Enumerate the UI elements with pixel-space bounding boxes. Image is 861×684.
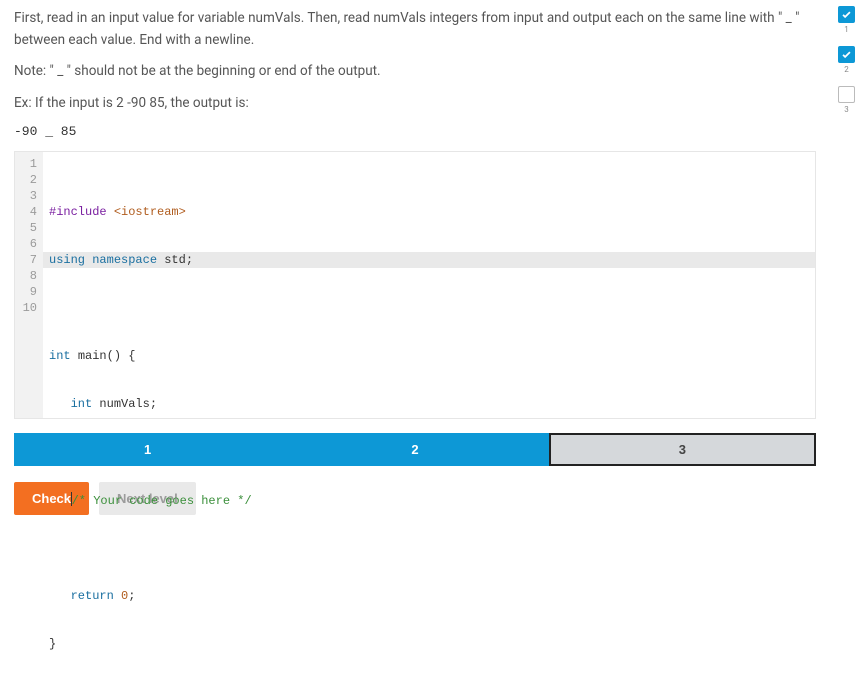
line-number: 2	[19, 172, 37, 188]
code-token: /* Your code goes here */	[72, 494, 252, 508]
line-number: 5	[19, 220, 37, 236]
progress-check-3[interactable]	[838, 86, 855, 103]
prompt-line-2: Note: " _ " should not be at the beginni…	[14, 61, 816, 83]
code-token: namespace	[92, 253, 164, 267]
code-token: main() {	[78, 349, 136, 363]
code-token: std;	[164, 253, 193, 267]
level-tab-2[interactable]: 2	[281, 433, 548, 466]
line-number: 3	[19, 188, 37, 204]
prompt-line-1: First, read in an input value for variab…	[14, 8, 816, 51]
line-number: 10	[19, 300, 37, 316]
progress-check-2[interactable]	[838, 46, 855, 63]
progress-num-1: 1	[844, 25, 849, 34]
progress-check-1[interactable]	[838, 6, 855, 23]
check-icon	[841, 49, 852, 60]
code-token: return	[71, 589, 121, 603]
line-number: 1	[19, 156, 37, 172]
level-tab-1[interactable]: 1	[14, 433, 281, 466]
progress-num-2: 2	[844, 65, 849, 74]
code-token: ;	[128, 589, 135, 603]
code-token: #include	[49, 205, 114, 219]
line-number: 9	[19, 284, 37, 300]
code-token: <iostream>	[114, 205, 186, 219]
code-area[interactable]: #include <iostream> using namespace std;…	[43, 152, 815, 418]
progress-sidebar: 1 2 3	[838, 6, 855, 114]
code-token: }	[49, 637, 56, 651]
prompt-line-3: Ex: If the input is 2 -90 85, the output…	[14, 93, 816, 115]
problem-prompt: First, read in an input value for variab…	[14, 8, 816, 139]
code-token: numVals;	[99, 397, 157, 411]
line-number: 6	[19, 236, 37, 252]
line-number: 4	[19, 204, 37, 220]
progress-num-3: 3	[844, 105, 849, 114]
line-number: 7	[19, 252, 37, 268]
code-token: using	[49, 253, 92, 267]
code-token: int	[71, 397, 100, 411]
code-token: int	[49, 349, 78, 363]
check-icon	[841, 9, 852, 20]
code-editor[interactable]: 1 2 3 4 5 6 7 8 9 10 #include <iostream>…	[14, 151, 816, 419]
sample-output: -90 _ 85	[14, 124, 816, 139]
level-tab-3[interactable]: 3	[549, 433, 816, 466]
line-number: 8	[19, 268, 37, 284]
line-gutter: 1 2 3 4 5 6 7 8 9 10	[15, 152, 43, 418]
level-tabs: 1 2 3	[14, 433, 816, 466]
